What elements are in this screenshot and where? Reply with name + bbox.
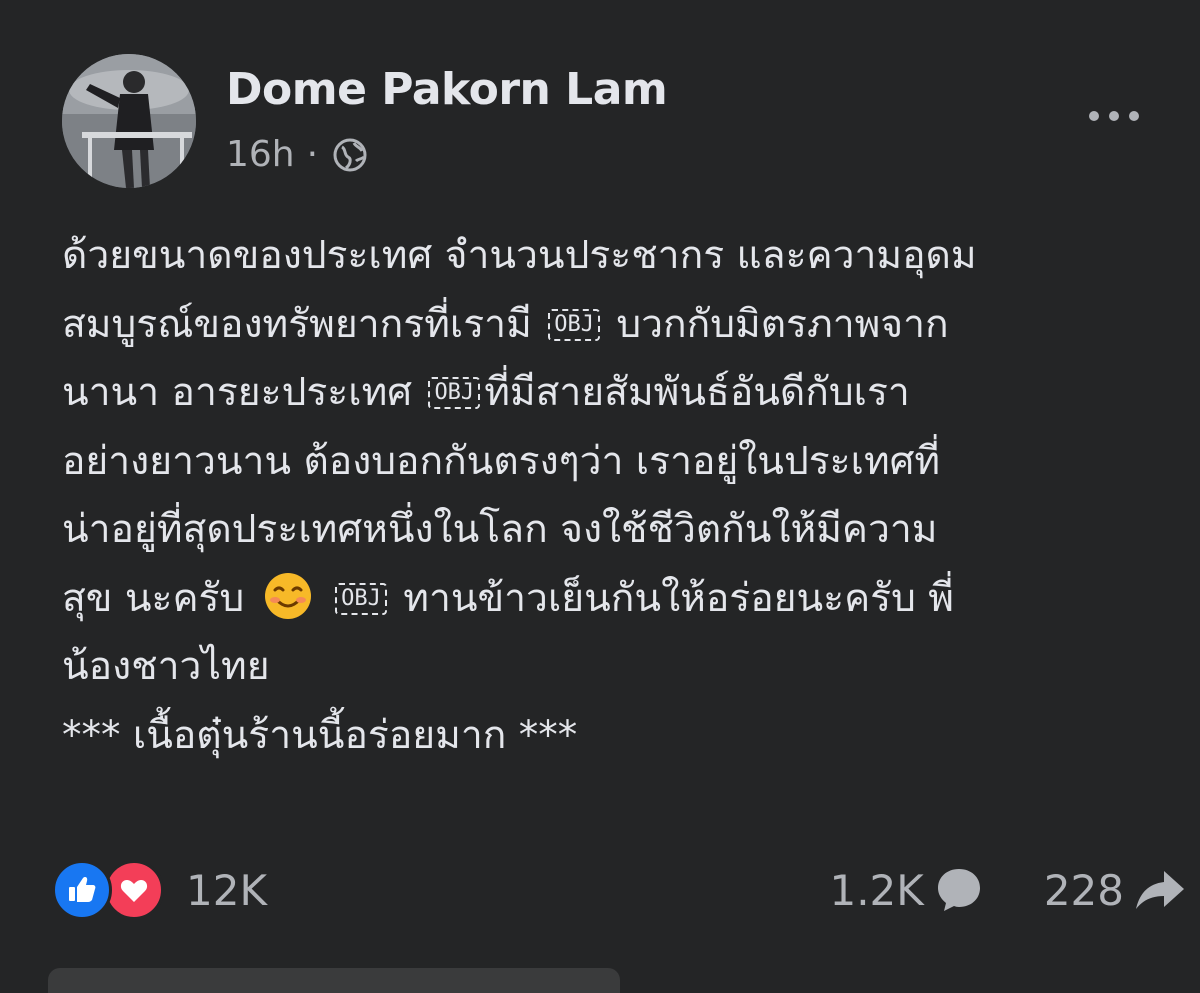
comment-box-edge[interactable]: [48, 968, 620, 993]
post-meta: 16h ·: [226, 134, 370, 175]
post-line-6b: ทานข้าวเย็นกันให้อร่อยนะครับ พี่: [403, 575, 954, 621]
smiling-face-icon: [264, 572, 311, 619]
post-line-2: สมบูรณ์ของทรัพยากรที่เรามี: [62, 301, 532, 347]
post-line-4: อย่างยาวนาน ต้องบอกกันตรงๆว่า เราอยู่ในป…: [62, 438, 941, 484]
comment-count[interactable]: 1.2K: [829, 866, 923, 915]
reaction-count[interactable]: 12K: [186, 866, 267, 915]
reactions-summary[interactable]: 12K: [52, 858, 267, 922]
post-text: ด้วยขนาดของประเทศ จำนวนประชากร และความอุ…: [62, 222, 1172, 770]
facebook-post: Dome Pakorn Lam 16h · ด้วยขนาดของประเทศ …: [0, 0, 1200, 993]
post-line-5: น่าอยู่ที่สุดประเทศหนึ่งในโลก จงใช้ชีวิต…: [62, 507, 938, 552]
post-line-7: น้องชาวไทย: [62, 644, 270, 689]
comment-icon[interactable]: [934, 865, 984, 915]
more-options-icon[interactable]: [1084, 98, 1144, 134]
post-line-8: *** เนื้อตุ๋นร้านนี้อร่อยมาก ***: [62, 712, 578, 758]
post-line-2b: บวกกับมิตรภาพจาก: [616, 301, 949, 347]
share-icon[interactable]: [1134, 865, 1186, 915]
post-line-3b: ที่มีสายสัมพันธ์อันดีกับเรา: [484, 370, 910, 415]
globe-icon[interactable]: [330, 135, 370, 175]
meta-separator: ·: [306, 134, 319, 175]
author-name[interactable]: Dome Pakorn Lam: [226, 64, 668, 115]
author-avatar[interactable]: [62, 54, 196, 188]
love-icon: [104, 860, 164, 920]
post-timestamp[interactable]: 16h: [226, 134, 295, 175]
post-line-6: สุข นะครับ: [62, 575, 245, 621]
obj-placeholder-2: OBJ: [428, 377, 481, 409]
post-line-3: นานา อารยะประเทศ: [62, 370, 413, 415]
share-count[interactable]: 228: [1044, 866, 1124, 915]
obj-placeholder-1: OBJ: [548, 308, 600, 341]
like-icon: [52, 860, 112, 920]
engagement-stats: 1.2K 228: [829, 858, 1186, 922]
avatar-photo: [62, 54, 196, 188]
post-line-1: ด้วยขนาดของประเทศ จำนวนประชากร และความอุ…: [62, 233, 977, 278]
obj-placeholder-3: OBJ: [335, 582, 387, 615]
